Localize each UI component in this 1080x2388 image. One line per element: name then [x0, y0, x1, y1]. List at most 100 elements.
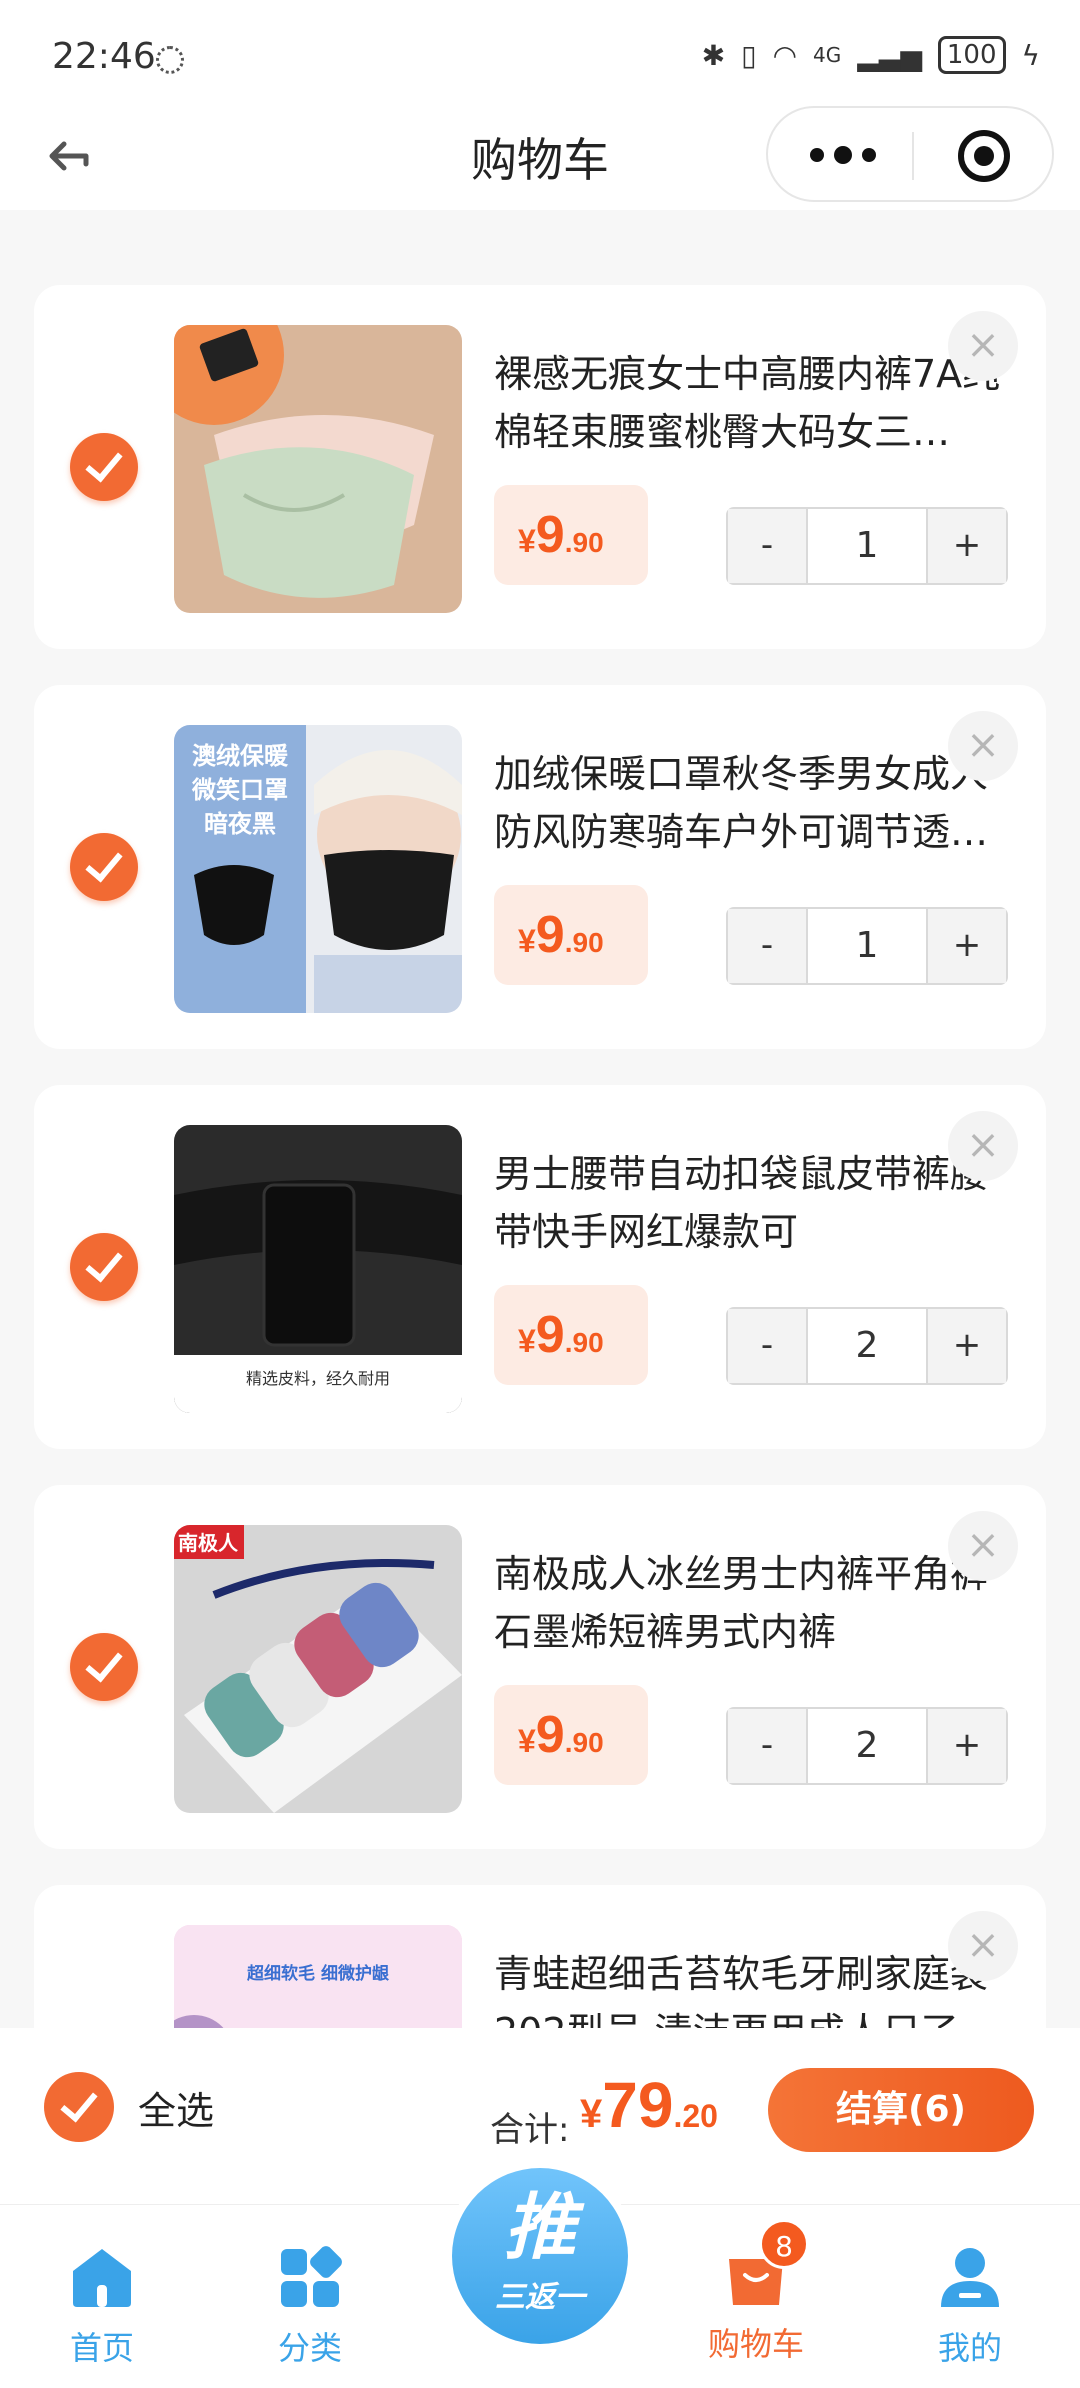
promo-badge: 推 三返一	[452, 2168, 628, 2344]
signal-icon: ▂▃▅	[857, 38, 922, 72]
quantity-input[interactable]: 1	[808, 909, 926, 983]
product-image[interactable]	[174, 325, 462, 613]
underwear-image	[174, 325, 462, 613]
price-integer: 9	[535, 1306, 565, 1364]
tab-label: 首页	[69, 2329, 134, 2367]
price-currency: ¥	[518, 1323, 536, 1359]
promo-main-text: 推	[503, 2185, 576, 2269]
price-currency: ¥	[518, 1723, 536, 1759]
price-decimal: .90	[564, 1727, 604, 1758]
price-tag: ¥9.90	[494, 1285, 648, 1385]
select-all-checkbox[interactable]	[44, 2072, 114, 2142]
item-checkbox[interactable]	[70, 1233, 138, 1301]
decrease-button[interactable]: -	[728, 1709, 808, 1783]
battery-indicator: 100	[937, 36, 1006, 74]
tab-home[interactable]: 首页	[32, 2245, 172, 2369]
home-icon	[73, 2249, 131, 2307]
men-underwear-image	[174, 1525, 462, 1813]
vibrate-icon: ▯	[741, 38, 757, 72]
product-image-caption: 超细软毛 细微护龈	[247, 1964, 389, 1984]
price-currency: ¥	[518, 923, 536, 959]
tab-cart[interactable]: 8 购物车	[686, 2219, 826, 2365]
capsule-divider	[912, 132, 914, 180]
more-menu-icon[interactable]	[810, 146, 876, 164]
promo-sub-text: 三返一	[495, 2280, 585, 2315]
price-integer: 9	[535, 1706, 565, 1764]
tab-label: 购物车	[707, 2325, 804, 2363]
profile-icon	[941, 2248, 999, 2307]
remove-item-icon[interactable]: ×	[948, 1911, 1018, 1981]
decrease-button[interactable]: -	[728, 509, 808, 583]
tab-label: 我的	[937, 2329, 1002, 2367]
quantity-input[interactable]: 2	[808, 1309, 926, 1383]
caption-line: 微笑口罩	[192, 776, 288, 804]
item-checkbox[interactable]	[70, 833, 138, 901]
remove-item-icon[interactable]: ×	[948, 311, 1018, 381]
tab-label: 分类	[277, 2329, 342, 2367]
product-image-caption: 澳绒保暖 微笑口罩 暗夜黑	[174, 739, 306, 841]
total-amount: ¥79.20	[580, 2068, 718, 2142]
product-image-caption: 精选皮料，经久耐用	[245, 1369, 390, 1388]
quantity-input[interactable]: 2	[808, 1709, 926, 1783]
increase-button[interactable]: +	[926, 1309, 1006, 1383]
tab-profile[interactable]: 我的	[900, 2245, 1040, 2369]
price-decimal: .90	[564, 1327, 604, 1358]
product-title[interactable]: 男士腰带自动扣袋鼠皮带裤腰带快手网红爆款可	[494, 1145, 1004, 1269]
navigation-bar: 购物车	[0, 100, 1080, 210]
price-tag: ¥9.90	[494, 1685, 648, 1785]
total-integer: 79	[602, 2069, 674, 2141]
quantity-input[interactable]: 1	[808, 509, 926, 583]
increase-button[interactable]: +	[926, 1709, 1006, 1783]
product-image[interactable]: 南极人	[174, 1525, 462, 1813]
increase-button[interactable]: +	[926, 509, 1006, 583]
promo-button[interactable]: 推 三返一	[444, 2160, 636, 2352]
cart-item: 裸感无痕女士中高腰内裤7A纯棉轻束腰蜜桃臀大码女三… × ¥9.90 - 1 +	[34, 285, 1046, 649]
category-icon	[281, 2246, 342, 2307]
price-decimal: .90	[564, 527, 604, 558]
price-decimal: .90	[564, 927, 604, 958]
product-title[interactable]: 加绒保暖口罩秋冬季男女成人防风防寒骑车户外可调节透…	[494, 745, 1004, 869]
remove-item-icon[interactable]: ×	[948, 1111, 1018, 1181]
price-integer: 9	[535, 506, 565, 564]
tab-category[interactable]: 分类	[240, 2245, 380, 2369]
total-label: 合计:	[490, 2110, 570, 2150]
total-decimal: .20	[673, 2098, 718, 2134]
quantity-stepper: - 1 +	[726, 507, 1008, 585]
price-currency: ¥	[518, 523, 536, 559]
price-tag: ¥9.90	[494, 885, 648, 985]
price-integer: 9	[535, 906, 565, 964]
decrease-button[interactable]: -	[728, 1309, 808, 1383]
product-title[interactable]: 南极成人冰丝男士内裤平角裤石墨烯短裤男式内裤	[494, 1545, 1004, 1669]
status-icons: ✱ ▯ ◠ 4G ▂▃▅ 100 ϟ	[702, 36, 1040, 74]
total-currency: ¥	[580, 2092, 603, 2136]
loading-icon	[156, 46, 184, 74]
brand-logo: 南极人	[178, 1531, 238, 1555]
cart-item: 南极人 南极成人冰丝男士内裤平角裤石墨烯短裤男式内裤 × ¥9.90 - 2 +	[34, 1485, 1046, 1849]
signal-label: 4G	[813, 43, 842, 67]
product-title[interactable]: 裸感无痕女士中高腰内裤7A纯棉轻束腰蜜桃臀大码女三…	[494, 345, 1004, 469]
close-miniprogram-icon[interactable]	[958, 130, 1010, 182]
cart-item: 澳绒保暖 微笑口罩 暗夜黑 加绒保暖口罩秋冬季男女成人防风防寒骑车户外可调节透……	[34, 685, 1046, 1049]
quantity-stepper: - 2 +	[726, 1307, 1008, 1385]
item-checkbox[interactable]	[70, 1633, 138, 1701]
checkout-button[interactable]: 结算(6)	[768, 2068, 1034, 2152]
miniprogram-capsule	[766, 106, 1054, 202]
cart-bag-icon: 8	[721, 2219, 809, 2309]
item-checkbox[interactable]	[70, 433, 138, 501]
decrease-button[interactable]: -	[728, 909, 808, 983]
select-all-label[interactable]: 全选	[138, 2080, 214, 2135]
quantity-stepper: - 2 +	[726, 1707, 1008, 1785]
cart-item: 精选皮料，经久耐用 男士腰带自动扣袋鼠皮带裤腰带快手网红爆款可 × ¥9.90 …	[34, 1085, 1046, 1449]
product-image[interactable]: 澳绒保暖 微笑口罩 暗夜黑	[174, 725, 462, 1013]
remove-item-icon[interactable]: ×	[948, 1511, 1018, 1581]
remove-item-icon[interactable]: ×	[948, 711, 1018, 781]
charging-icon: ϟ	[1021, 38, 1040, 72]
price-tag: ¥9.90	[494, 485, 648, 585]
cart-count-badge: 8	[759, 2219, 809, 2269]
caption-line: 暗夜黑	[204, 810, 276, 838]
product-image[interactable]: 精选皮料，经久耐用	[174, 1125, 462, 1413]
status-time: 22:46	[52, 36, 156, 77]
quantity-stepper: - 1 +	[726, 907, 1008, 985]
increase-button[interactable]: +	[926, 909, 1006, 983]
wifi-icon: ◠	[772, 38, 798, 72]
